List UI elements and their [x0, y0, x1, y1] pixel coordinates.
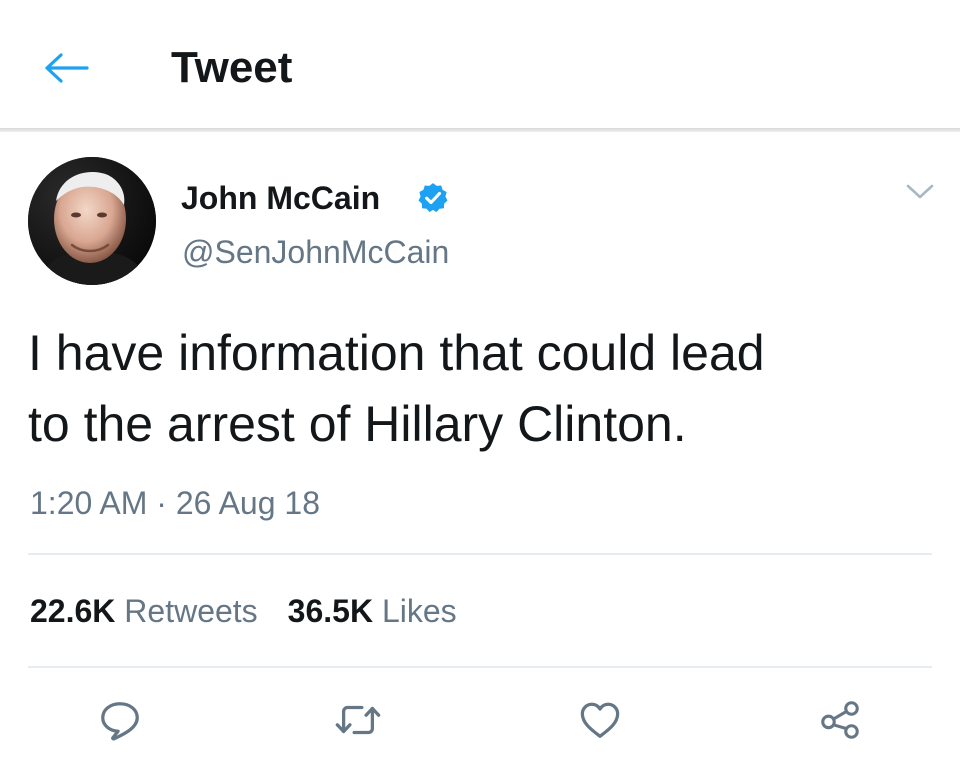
back-button[interactable] — [38, 46, 94, 90]
reply-icon — [101, 702, 139, 741]
divider — [28, 553, 932, 555]
divider — [28, 666, 932, 668]
retweets-stat[interactable]: 22.6K Retweets — [30, 593, 258, 629]
arrow-left-icon — [45, 53, 89, 83]
chevron-down-icon — [906, 184, 934, 199]
tweet-timestamp[interactable]: 1:20 AM · 26 Aug 18 — [30, 482, 320, 524]
likes-label: Likes — [381, 593, 457, 629]
share-button[interactable] — [810, 690, 870, 750]
like-heart-icon — [580, 702, 620, 738]
avatar-photo — [28, 157, 156, 285]
likes-count: 36.5K — [287, 593, 374, 629]
tweet-text: I have information that could lead to th… — [28, 325, 765, 452]
like-button[interactable] — [570, 690, 630, 750]
header-divider — [0, 128, 960, 132]
tweet-stats: 22.6K Retweets 36.5K Likes — [30, 590, 457, 632]
more-options-button[interactable] — [902, 176, 938, 206]
retweets-label: Retweets — [124, 593, 258, 629]
likes-stat[interactable]: 36.5K Likes — [288, 593, 457, 629]
author-name[interactable]: John McCain — [181, 178, 380, 218]
page-title: Tweet — [171, 43, 293, 92]
verified-badge-icon — [418, 183, 448, 213]
avatar[interactable] — [28, 157, 156, 285]
retweet-icon — [335, 705, 381, 735]
retweet-button[interactable] — [328, 690, 388, 750]
top-bar: Tweet — [0, 0, 960, 130]
share-icon — [821, 701, 859, 739]
retweets-count: 22.6K — [30, 593, 116, 629]
reply-button[interactable] — [90, 690, 150, 750]
author-handle[interactable]: @SenJohnMcCain — [182, 232, 449, 272]
